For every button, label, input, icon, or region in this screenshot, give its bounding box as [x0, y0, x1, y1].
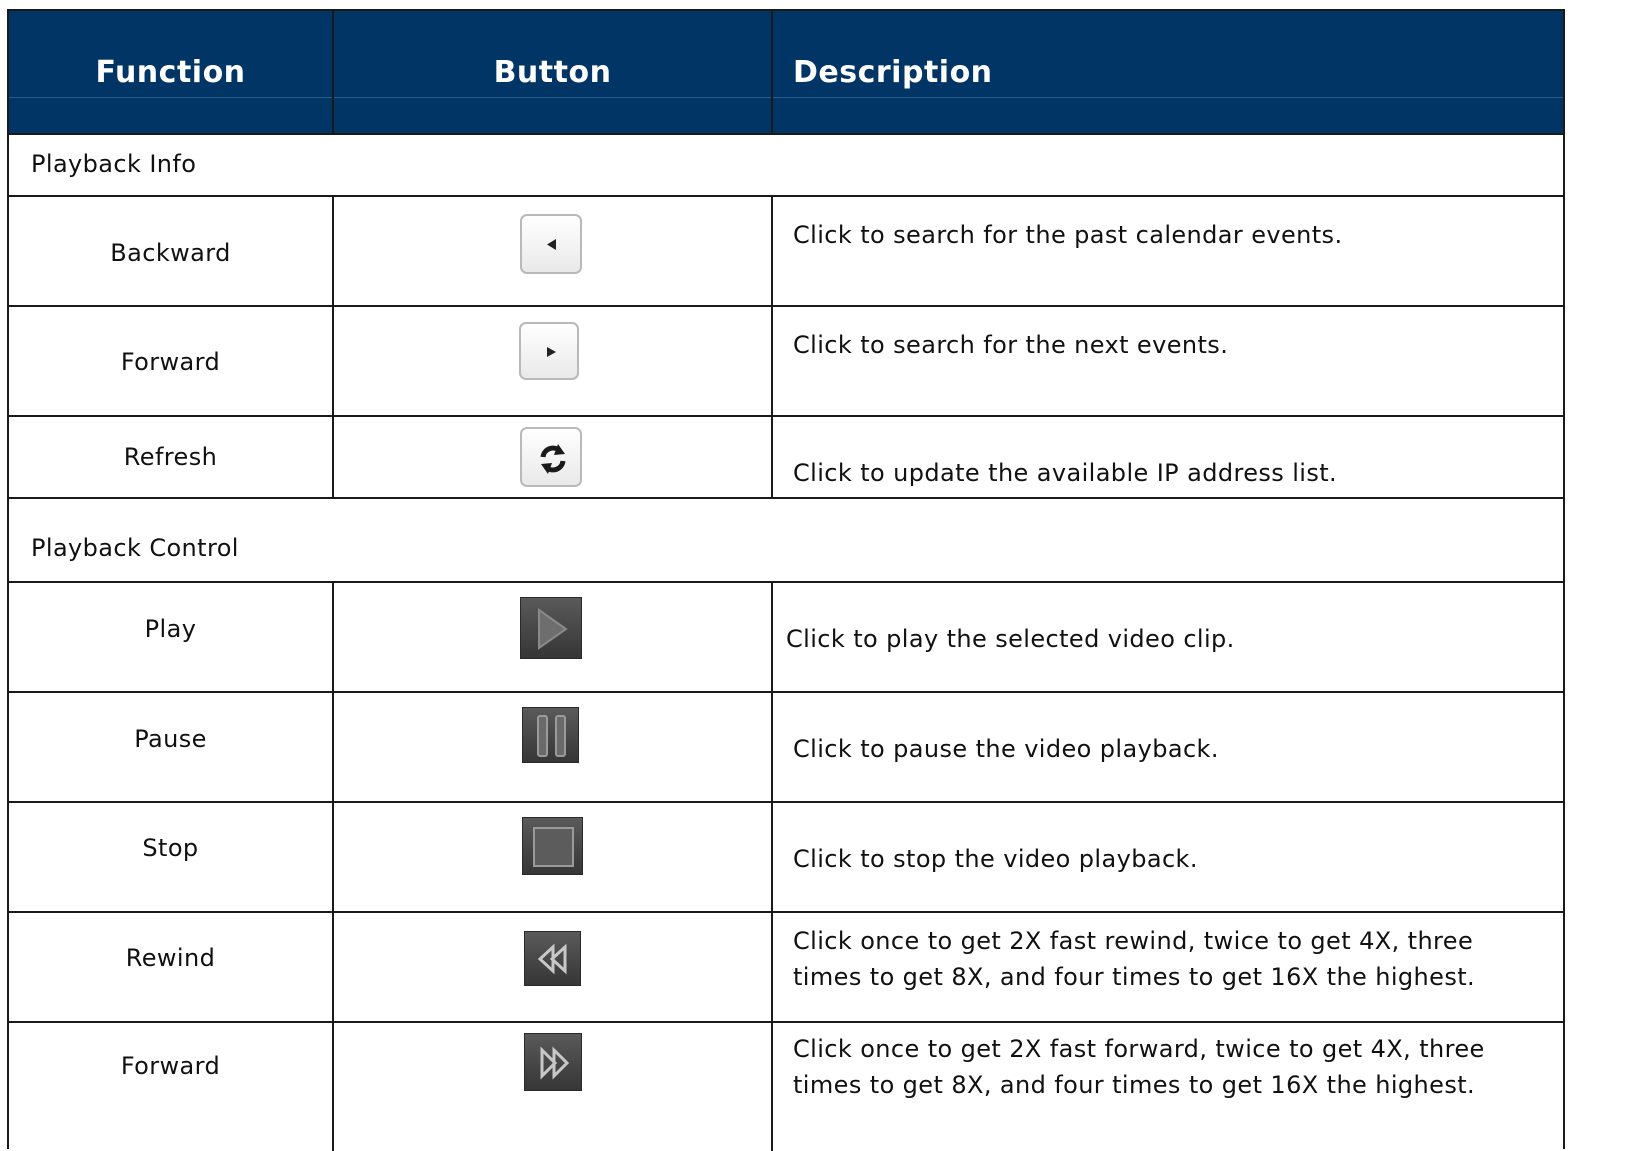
table-row: Pause Click to pause the video playback.	[9, 693, 1563, 803]
fast-forward-icon[interactable]	[524, 1033, 582, 1091]
function-label: Refresh	[123, 443, 218, 471]
forward-arrow-icon[interactable]	[519, 322, 579, 380]
button-cell	[334, 307, 773, 415]
section-title: Playback Control	[31, 534, 239, 562]
description-line: Click once to get 2X fast forward, twice…	[793, 1035, 1485, 1063]
table-row: Play Click to play the selected video cl…	[9, 583, 1563, 693]
table-row: Rewind Click once to get 2X fast rewind,…	[9, 913, 1563, 1023]
header-divider	[9, 97, 1563, 98]
table-header: Function Button Description	[9, 11, 1563, 135]
function-cell: Play	[9, 583, 334, 691]
function-label: Rewind	[125, 944, 216, 972]
description-text: Click to stop the video playback.	[793, 845, 1198, 873]
button-cell	[334, 583, 773, 691]
description-text: Click to search for the next events.	[793, 331, 1229, 359]
section-row-playback-info: Playback Info	[9, 133, 1563, 197]
section-title: Playback Info	[31, 150, 197, 178]
table-row: Stop Click to stop the video playback.	[9, 803, 1563, 913]
button-cell	[334, 197, 773, 305]
function-label: Play	[144, 615, 197, 643]
description-line: times to get 8X, and four times to get 1…	[793, 1071, 1476, 1099]
description-text: Click to update the available IP address…	[793, 459, 1338, 487]
function-cell: Backward	[9, 197, 334, 305]
function-cell: Stop	[9, 803, 334, 911]
function-cell: Forward	[9, 307, 334, 415]
section-row-playback-control: Playback Control	[9, 499, 1563, 583]
description-cell: Click to stop the video playback.	[773, 803, 1563, 911]
description-cell: Click to update the available IP address…	[773, 417, 1563, 497]
description-cell: Click to play the selected video clip.	[773, 583, 1563, 691]
button-cell	[334, 913, 773, 1021]
function-cell: Refresh	[9, 417, 334, 497]
description-cell: Click once to get 2X fast rewind, twice …	[773, 913, 1563, 1021]
function-label: Pause	[134, 725, 207, 753]
description-text: Click once to get 2X fast rewind, twice …	[793, 923, 1475, 995]
rewind-icon[interactable]	[524, 931, 581, 986]
description-line: Click once to get 2X fast rewind, twice …	[793, 927, 1474, 955]
description-cell: Click to search for the next events.	[773, 307, 1563, 415]
button-cell	[334, 803, 773, 911]
table-row: Forward Click once to get 2X fast forwar…	[9, 1023, 1563, 1151]
function-label: Forward	[120, 348, 221, 376]
pause-icon[interactable]	[522, 707, 579, 763]
function-cell: Rewind	[9, 913, 334, 1021]
button-cell	[334, 693, 773, 801]
function-cell: Forward	[9, 1023, 334, 1151]
button-cell	[334, 417, 773, 497]
play-icon[interactable]	[520, 597, 582, 659]
function-cell: Pause	[9, 693, 334, 801]
description-text: Click to pause the video playback.	[793, 735, 1219, 763]
function-table: Function Button Description Playback Inf…	[7, 9, 1565, 1151]
header-function: Function	[95, 55, 246, 90]
header-button: Button	[493, 55, 612, 90]
header-description: Description	[793, 55, 993, 90]
table-row: Refresh Click to update the available IP…	[9, 417, 1563, 499]
header-column-divider	[771, 11, 773, 133]
function-label: Backward	[110, 239, 231, 267]
description-text: Click to play the selected video clip.	[786, 625, 1235, 653]
description-cell: Click once to get 2X fast forward, twice…	[773, 1023, 1563, 1151]
function-label: Stop	[142, 834, 199, 862]
description-cell: Click to pause the video playback.	[773, 693, 1563, 801]
backward-arrow-icon[interactable]	[520, 214, 582, 274]
description-text: Click once to get 2X fast forward, twice…	[793, 1031, 1485, 1103]
stop-icon[interactable]	[522, 817, 583, 875]
description-cell: Click to search for the past calendar ev…	[773, 197, 1563, 305]
function-label: Forward	[120, 1052, 221, 1080]
description-text: Click to search for the past calendar ev…	[793, 221, 1343, 249]
description-line: times to get 8X, and four times to get 1…	[793, 963, 1476, 991]
table-row: Backward Click to search for the past ca…	[9, 197, 1563, 307]
button-cell	[334, 1023, 773, 1151]
refresh-icon[interactable]	[520, 427, 582, 487]
table-row: Forward Click to search for the next eve…	[9, 307, 1563, 417]
